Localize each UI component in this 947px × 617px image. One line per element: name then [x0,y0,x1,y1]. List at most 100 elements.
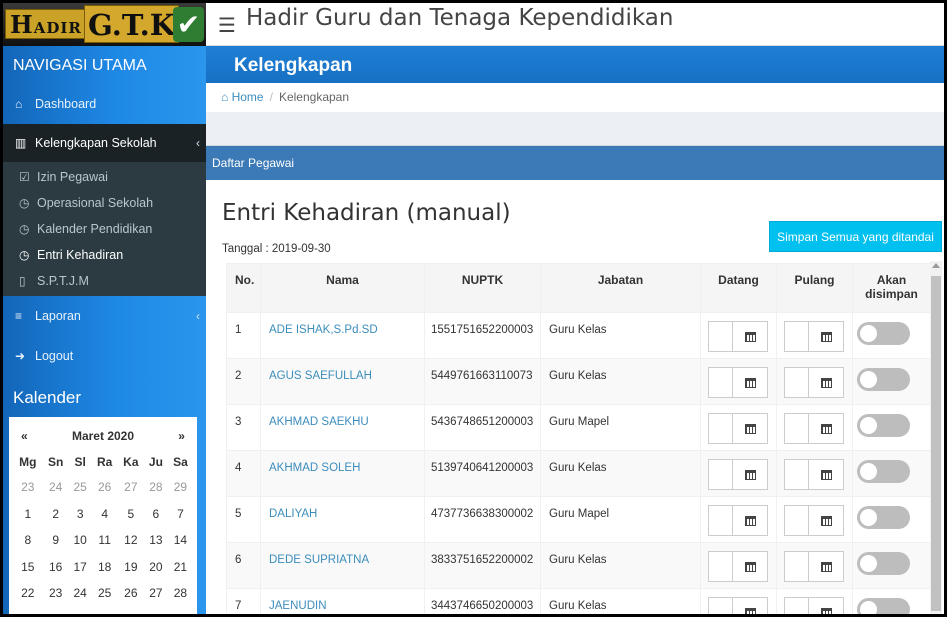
calendar-day[interactable]: 24 [43,474,69,501]
datang-time-picker[interactable] [708,459,768,490]
calendar-day[interactable]: 22 [13,580,43,607]
time-input[interactable] [785,368,809,397]
sidebar-item-logout[interactable]: ➜ Logout [3,336,206,376]
calendar-icon[interactable] [733,506,767,535]
pulang-time-picker[interactable] [784,597,844,614]
calendar-day[interactable]: 25 [69,474,92,501]
calendar-day[interactable]: 9 [43,527,69,554]
calendar-day[interactable]: 26 [118,580,144,607]
employee-name-link[interactable]: JAENUDIN [260,588,425,614]
calendar-icon[interactable] [733,598,767,614]
breadcrumb-home-link[interactable]: ⌂ Home [221,90,264,104]
datang-time-picker[interactable] [708,321,768,352]
save-toggle-switch[interactable] [857,552,910,575]
calendar-day[interactable]: 3 [69,501,92,528]
sidebar-item-kelengkapan-sekolah[interactable]: ▥ Kelengkapan Sekolah ‹ [3,124,206,162]
calendar-day[interactable]: 7 [168,501,193,528]
calendar-icon[interactable] [809,460,843,489]
time-input[interactable] [709,552,733,581]
pulang-time-picker[interactable] [784,367,844,398]
calendar-day[interactable]: 20 [144,554,168,581]
calendar-icon[interactable] [809,322,843,351]
save-toggle-switch[interactable] [857,598,910,614]
calendar-day[interactable]: 4 [92,501,118,528]
calendar-day[interactable]: 19 [118,554,144,581]
employee-name-link[interactable]: DEDE SUPRIATNA [260,542,425,589]
calendar-next-button[interactable]: » [178,425,185,447]
time-input[interactable] [785,598,809,614]
pulang-time-picker[interactable] [784,413,844,444]
calendar-prev-button[interactable]: « [21,425,28,447]
calendar-day[interactable]: 2 [43,501,69,528]
calendar-day[interactable]: 15 [13,554,43,581]
calendar-day[interactable]: 5 [118,501,144,528]
time-input[interactable] [709,460,733,489]
calendar-day[interactable]: 23 [43,580,69,607]
employee-name-link[interactable]: DALIYAH [260,496,425,543]
time-input[interactable] [709,322,733,351]
datang-time-picker[interactable] [708,505,768,536]
save-toggle-switch[interactable] [857,460,910,483]
calendar-day[interactable]: 23 [13,474,43,501]
pulang-time-picker[interactable] [784,505,844,536]
calendar-day[interactable]: 28 [168,580,193,607]
sidebar-subitem-sptjm[interactable]: ▯ S.P.T.J.M [3,268,206,294]
calendar-day[interactable]: 8 [13,527,43,554]
save-toggle-switch[interactable] [857,414,910,437]
datang-time-picker[interactable] [708,597,768,614]
calendar-day[interactable]: 24 [69,580,92,607]
calendar-day[interactable]: 10 [69,527,92,554]
calendar-day[interactable]: 26 [92,474,118,501]
time-input[interactable] [709,414,733,443]
calendar-day[interactable]: 14 [168,527,193,554]
pulang-time-picker[interactable] [784,551,844,582]
calendar-day[interactable]: 27 [144,580,168,607]
calendar-day[interactable]: 21 [168,554,193,581]
calendar-day[interactable]: 16 [43,554,69,581]
employee-name-link[interactable]: AGUS SAEFULLAH [260,358,425,405]
sidebar-item-laporan[interactable]: ≡ Laporan ‹ [3,296,206,336]
employee-name-link[interactable]: AKHMAD SOLEH [260,450,425,497]
calendar-day[interactable]: 17 [69,554,92,581]
save-toggle-switch[interactable] [857,506,910,529]
hamburger-menu-icon[interactable]: ☰ [218,13,236,38]
time-input[interactable] [709,368,733,397]
save-toggle-switch[interactable] [857,368,910,391]
calendar-day[interactable]: 11 [92,527,118,554]
calendar-month-label[interactable]: Maret 2020 [72,425,134,447]
save-toggle-switch[interactable] [857,322,910,345]
calendar-day[interactable]: 28 [144,474,168,501]
calendar-day[interactable]: 29 [168,474,193,501]
sidebar-item-dashboard[interactable]: ⌂ Dashboard [3,84,206,124]
time-input[interactable] [785,506,809,535]
time-input[interactable] [709,598,733,614]
pulang-time-picker[interactable] [784,321,844,352]
calendar-day[interactable]: 18 [92,554,118,581]
calendar-icon[interactable] [733,460,767,489]
time-input[interactable] [785,414,809,443]
time-input[interactable] [785,460,809,489]
calendar-icon[interactable] [733,322,767,351]
time-input[interactable] [709,506,733,535]
calendar-day[interactable]: 25 [92,580,118,607]
time-input[interactable] [785,322,809,351]
calendar-day[interactable]: 6 [144,501,168,528]
calendar-day[interactable]: 13 [144,527,168,554]
save-all-button[interactable]: Simpan Semua yang ditandai [769,221,942,252]
scroll-up-arrow-icon[interactable] [932,263,940,268]
calendar-day[interactable]: 1 [13,501,43,528]
calendar-icon[interactable] [809,598,843,614]
scrollbar-thumb[interactable] [931,276,941,611]
sidebar-subitem-kalender-pendidikan[interactable]: ◷ Kalender Pendidikan [3,216,206,242]
calendar-icon[interactable] [733,368,767,397]
calendar-icon[interactable] [809,368,843,397]
sidebar-subitem-entri-kehadiran[interactable]: ◷ Entri Kehadiran [3,242,206,268]
table-scrollbar[interactable] [930,261,942,614]
calendar-icon[interactable] [809,552,843,581]
datang-time-picker[interactable] [708,413,768,444]
calendar-day[interactable]: 27 [118,474,144,501]
datang-time-picker[interactable] [708,551,768,582]
sidebar-subitem-izin-pegawai[interactable]: ☑ Izin Pegawai [3,164,206,190]
datang-time-picker[interactable] [708,367,768,398]
app-logo[interactable]: HADIR G.T.K ✔ [3,3,206,46]
